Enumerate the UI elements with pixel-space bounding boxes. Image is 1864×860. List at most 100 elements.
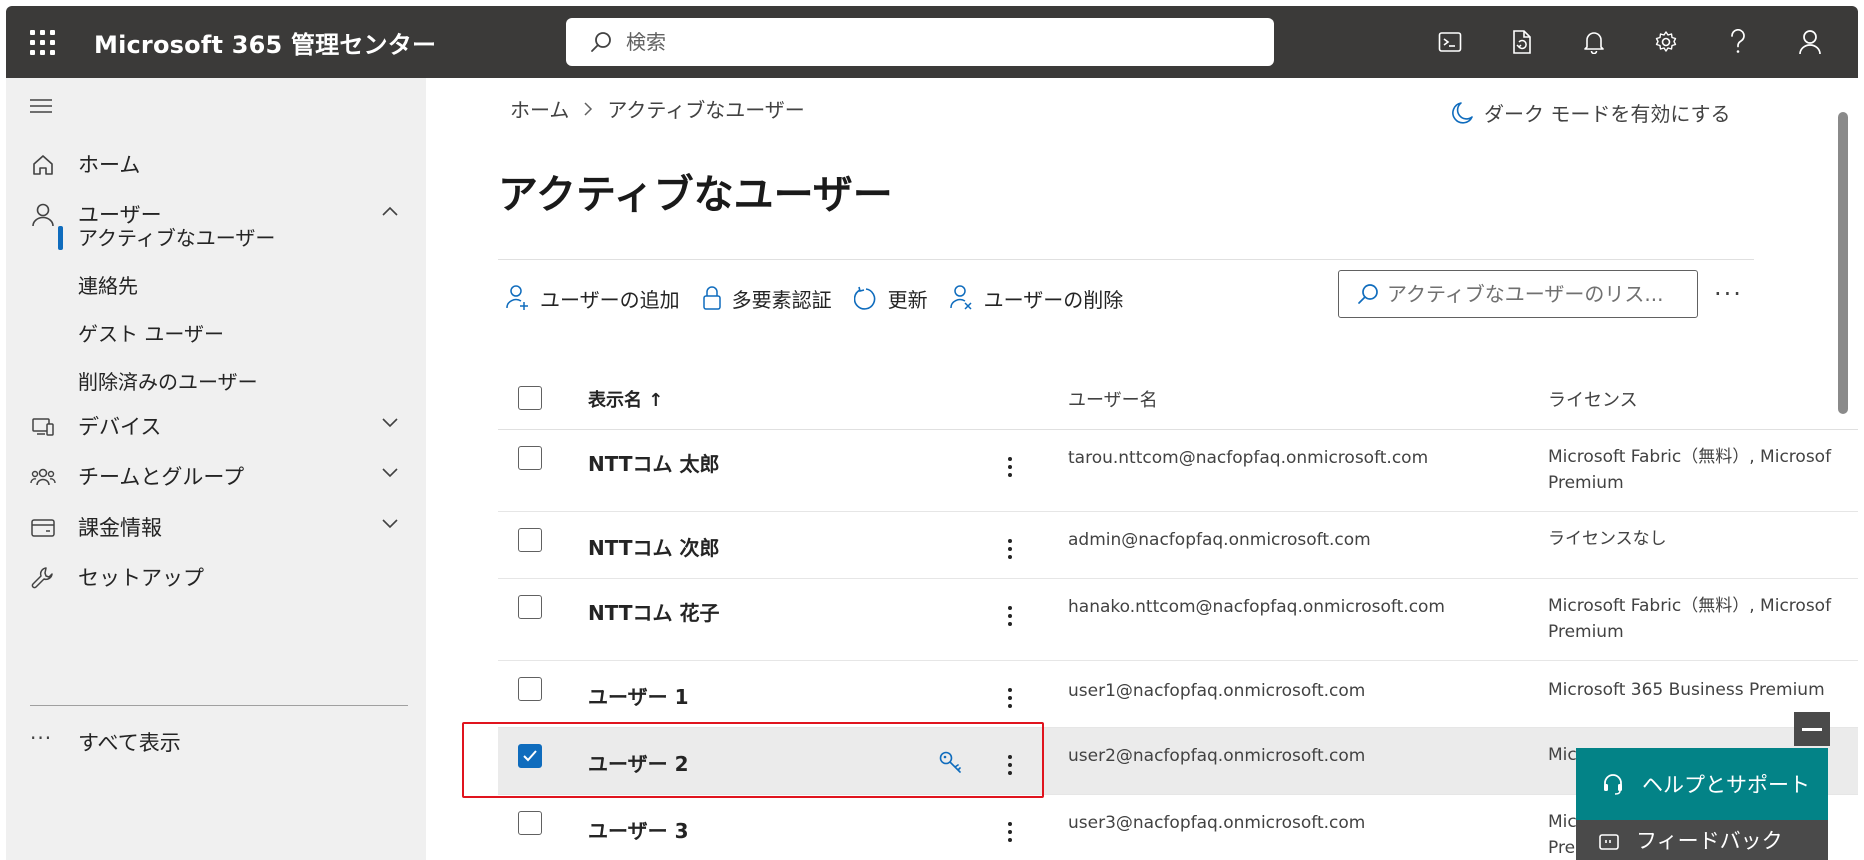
document-sync-icon: [1513, 30, 1531, 54]
mfa-label: 多要素認証: [731, 287, 832, 312]
app-launcher-button[interactable]: [6, 6, 78, 78]
cell-license-line1: Mic: [1548, 745, 1577, 765]
cell-license: Microsoft Fabric（無料）, Microsof Premium: [1548, 593, 1831, 645]
collapse-nav-button[interactable]: [30, 98, 52, 117]
add-user-label: ユーザーの追加: [540, 287, 680, 312]
page-title: アクティブなユーザー: [498, 172, 893, 218]
cell-display-name[interactable]: NTTコム 花子: [588, 597, 719, 626]
terminal-button[interactable]: [1414, 6, 1486, 78]
terminal-icon: [1438, 32, 1462, 52]
active-indicator: [58, 226, 63, 250]
sidebar-item-home[interactable]: ホーム: [6, 140, 426, 188]
help-button[interactable]: [1702, 6, 1774, 78]
select-all-checkbox[interactable]: [518, 386, 542, 410]
sidebar-item-setup[interactable]: セットアップ: [6, 553, 426, 601]
delete-user-button[interactable]: ユーザーの削除: [949, 284, 1124, 313]
people-team-icon: [30, 468, 56, 486]
help-icon: [1731, 29, 1745, 53]
cell-license: ライセンスなし: [1548, 526, 1667, 552]
column-header-username[interactable]: ユーザー名: [1068, 386, 1158, 412]
document-sync-button[interactable]: [1486, 6, 1558, 78]
sidebar-subitem-guest-users[interactable]: ゲスト ユーザー: [78, 318, 224, 350]
sidebar-item-label: セットアップ: [78, 566, 204, 590]
chevron-down-icon: [382, 468, 398, 478]
row-more-button[interactable]: [998, 683, 1022, 713]
cell-display-name[interactable]: NTTコム 次郎: [588, 532, 719, 561]
cell-license-line2: Pre: [1548, 838, 1576, 858]
add-user-button[interactable]: ユーザーの追加: [506, 284, 680, 313]
sidebar-subitem-deleted-users[interactable]: 削除済みのユーザー: [78, 366, 258, 398]
bell-icon: [1584, 32, 1604, 54]
sidebar-item-label: ホーム: [78, 153, 141, 177]
credit-card-icon: [31, 519, 55, 537]
cell-username: admin@nacfopfaq.onmicrosoft.com: [1068, 530, 1371, 550]
user-list-search-input[interactable]: [1387, 282, 1687, 306]
row-checkbox[interactable]: [518, 446, 542, 470]
column-header-display-name[interactable]: 表示名 ↑: [588, 386, 663, 412]
row-more-button[interactable]: [998, 817, 1022, 847]
mfa-button[interactable]: 多要素認証: [702, 284, 832, 313]
annotation-highlight-box: [462, 722, 1044, 798]
user-list-search[interactable]: [1338, 270, 1698, 318]
delete-user-label: ユーザーの削除: [983, 287, 1124, 312]
table-row[interactable]: NTTコム 太郎 tarou.nttcom@nacfopfaq.onmicros…: [498, 430, 1858, 512]
help-support-button[interactable]: ヘルプとサポート: [1576, 748, 1828, 820]
cell-username: hanako.nttcom@nacfopfaq.onmicrosoft.com: [1068, 597, 1445, 617]
row-more-button[interactable]: [998, 534, 1022, 564]
dark-mode-label: ダーク モードを有効にする: [1484, 102, 1731, 126]
feedback-icon: [1599, 834, 1619, 850]
chevron-right-icon: [584, 101, 593, 116]
more-options-button[interactable]: ···: [1714, 280, 1743, 308]
sidebar-subitem-contacts[interactable]: 連絡先: [78, 270, 138, 302]
sidebar-divider: [30, 705, 408, 706]
refresh-button[interactable]: 更新: [853, 284, 928, 313]
table-row[interactable]: NTTコム 花子 hanako.nttcom@nacfopfaq.onmicro…: [498, 579, 1858, 661]
row-checkbox[interactable]: [518, 677, 542, 701]
cell-license-line1: ライセンスなし: [1548, 529, 1667, 549]
cell-display-name[interactable]: ユーザー 1: [588, 681, 688, 710]
sidebar-subitem-active-users[interactable]: アクティブなユーザー: [78, 222, 275, 254]
row-checkbox[interactable]: [518, 595, 542, 619]
help-minimize-button[interactable]: [1794, 712, 1830, 746]
global-search-input[interactable]: [626, 30, 1226, 54]
table-row[interactable]: NTTコム 次郎 admin@nacfopfaq.onmicrosoft.com…: [498, 512, 1858, 579]
breadcrumb: ホーム アクティブなユーザー: [510, 94, 805, 123]
breadcrumb-home[interactable]: ホーム: [510, 94, 569, 123]
row-checkbox[interactable]: [518, 811, 542, 835]
headset-icon: [1604, 774, 1622, 795]
settings-button[interactable]: [1630, 6, 1702, 78]
cell-license-line1: Microsoft Fabric（無料）, Microsof: [1548, 596, 1832, 616]
cell-display-name[interactable]: NTTコム 太郎: [588, 448, 719, 477]
dark-mode-toggle[interactable]: ダーク モードを有効にする: [1452, 98, 1731, 127]
cell-license-line1: Microsoft Fabric（無料）, Microsof: [1548, 447, 1832, 467]
row-more-button[interactable]: [998, 601, 1022, 631]
row-more-button[interactable]: [998, 452, 1022, 482]
notifications-button[interactable]: [1558, 6, 1630, 78]
sidebar: ホーム ユーザー アクティブなユーザー 連絡先 ゲスト ユーザー 削除済みのユー…: [6, 78, 426, 860]
global-search[interactable]: [566, 18, 1274, 66]
feedback-button[interactable]: フィードバック: [1576, 820, 1828, 860]
row-checkbox[interactable]: [518, 528, 542, 552]
cell-license-line1: Microsoft 365 Business Premium: [1548, 680, 1825, 700]
person-icon: [1799, 30, 1821, 55]
column-header-license[interactable]: ライセンス: [1548, 386, 1638, 412]
refresh-label: 更新: [887, 287, 928, 312]
sidebar-item-devices[interactable]: デバイス: [6, 402, 426, 450]
table-row[interactable]: ユーザー 1 user1@nacfopfaq.onmicrosoft.com M…: [498, 661, 1858, 728]
scrollbar-thumb[interactable]: [1838, 112, 1848, 414]
cell-license: Mic: [1548, 742, 1577, 768]
refresh-icon: [853, 286, 875, 310]
account-button[interactable]: [1774, 6, 1846, 78]
sidebar-item-show-all[interactable]: ··· すべて表示: [6, 718, 426, 766]
sidebar-item-teams-groups[interactable]: チームとグループ: [6, 452, 426, 500]
chevron-up-icon: [382, 206, 398, 216]
app-title[interactable]: Microsoft 365 管理センター: [94, 25, 436, 60]
breadcrumb-current: アクティブなユーザー: [607, 98, 805, 122]
help-support-label: ヘルプとサポート: [1642, 773, 1810, 797]
lock-icon: [702, 286, 721, 310]
cell-display-name[interactable]: ユーザー 3: [588, 815, 688, 844]
cell-license-line2: Premium: [1548, 473, 1624, 493]
chevron-down-icon: [382, 519, 398, 529]
sidebar-item-label: チームとグループ: [78, 465, 245, 489]
sidebar-item-billing[interactable]: 課金情報: [6, 503, 426, 551]
